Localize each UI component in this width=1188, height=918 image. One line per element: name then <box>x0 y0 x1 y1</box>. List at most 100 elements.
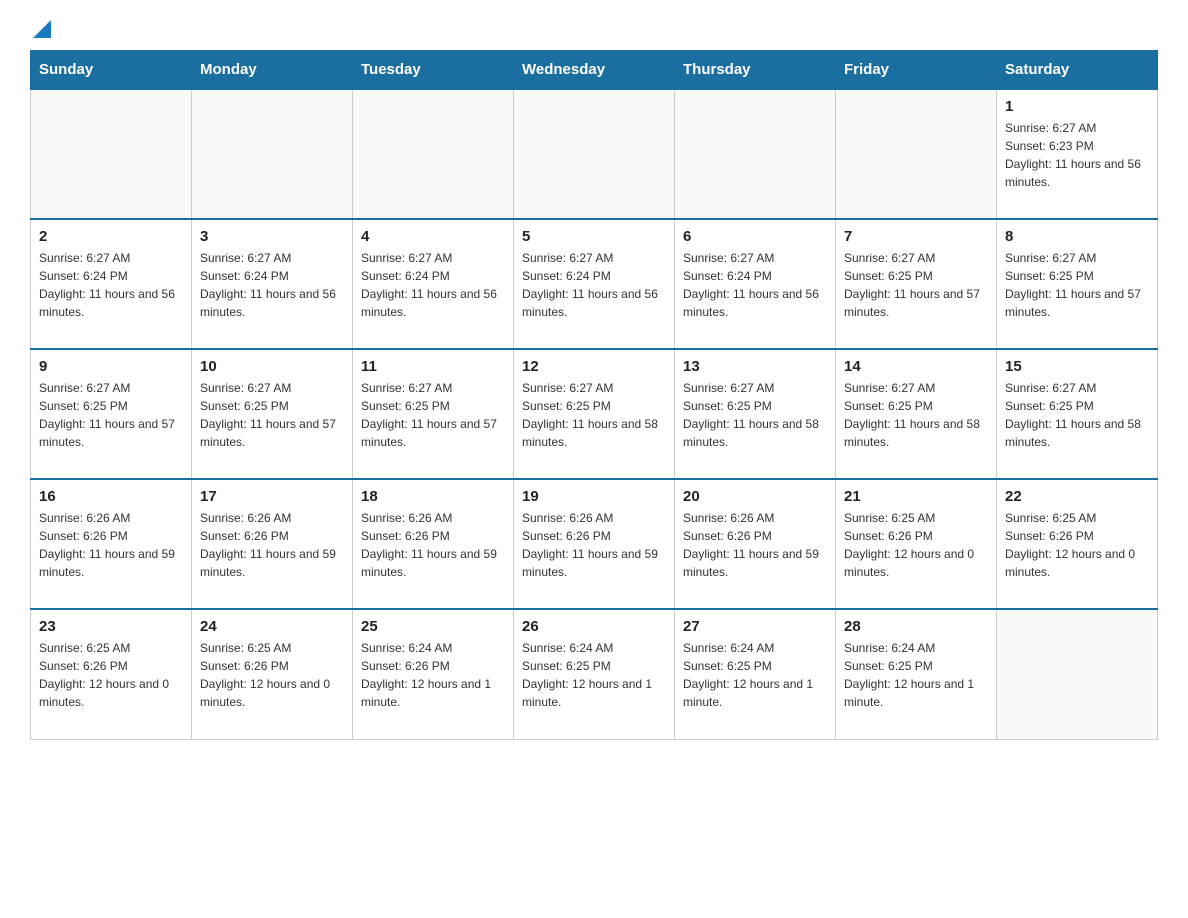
column-header-monday: Monday <box>192 51 353 90</box>
column-header-friday: Friday <box>836 51 997 90</box>
calendar-table: SundayMondayTuesdayWednesdayThursdayFrid… <box>30 50 1158 740</box>
calendar-cell <box>31 89 192 219</box>
day-number: 9 <box>39 358 183 375</box>
calendar-cell: 22Sunrise: 6:25 AMSunset: 6:26 PMDayligh… <box>997 479 1158 609</box>
day-number: 27 <box>683 618 827 635</box>
day-number: 3 <box>200 228 344 245</box>
calendar-week-row: 1 Sunrise: 6:27 AMSunset: 6:23 PMDaylight… <box>31 89 1158 219</box>
day-number: 26 <box>522 618 666 635</box>
calendar-cell: 17Sunrise: 6:26 AMSunset: 6:26 PMDayligh… <box>192 479 353 609</box>
day-number: 23 <box>39 618 183 635</box>
day-number: 13 <box>683 358 827 375</box>
day-info: Sunrise: 6:27 AMSunset: 6:25 PMDaylight:… <box>1005 249 1149 321</box>
day-info: Sunrise: 6:27 AMSunset: 6:25 PMDaylight:… <box>361 379 505 451</box>
day-number: 5 <box>522 228 666 245</box>
day-info: Sunrise: 6:27 AMSunset: 6:24 PMDaylight:… <box>683 249 827 321</box>
day-info: Sunrise: 6:26 AMSunset: 6:26 PMDaylight:… <box>522 509 666 581</box>
calendar-cell <box>353 89 514 219</box>
calendar-cell: 18 Sunrise: 6:26 AMSunset: 6:26 PMDayligh… <box>353 479 514 609</box>
day-info: Sunrise: 6:26 AMSunset: 6:26 PMDaylight:… <box>39 509 183 581</box>
day-number: 10 <box>200 358 344 375</box>
calendar-cell: 27 Sunrise: 6:24 AMSunset: 6:25 PMDayligh… <box>675 609 836 739</box>
day-number: 11 <box>361 358 505 375</box>
day-info: Sunrise: 6:27 AMSunset: 6:23 PMDaylight:… <box>1005 119 1149 191</box>
day-number: 6 <box>683 228 827 245</box>
column-header-sunday: Sunday <box>31 51 192 90</box>
day-number: 28 <box>844 618 988 635</box>
day-info: Sunrise: 6:26 AMSunset: 6:26 PMDaylight:… <box>683 509 827 581</box>
calendar-cell: 2Sunrise: 6:27 AMSunset: 6:24 PMDaylight… <box>31 219 192 349</box>
day-number: 20 <box>683 488 827 505</box>
page-header <box>30 20 1158 40</box>
day-info: Sunrise: 6:27 AMSunset: 6:25 PMDaylight:… <box>1005 379 1149 451</box>
day-number: 22 <box>1005 488 1149 505</box>
day-number: 1 <box>1005 98 1149 115</box>
day-info: Sunrise: 6:24 AMSunset: 6:25 PMDaylight:… <box>844 639 988 711</box>
calendar-cell: 10 Sunrise: 6:27 AMSunset: 6:25 PMDayligh… <box>192 349 353 479</box>
day-info: Sunrise: 6:26 AMSunset: 6:26 PMDaylight:… <box>200 509 344 581</box>
calendar-cell: 16Sunrise: 6:26 AMSunset: 6:26 PMDayligh… <box>31 479 192 609</box>
day-info: Sunrise: 6:27 AMSunset: 6:25 PMDaylight:… <box>522 379 666 451</box>
calendar-cell: 8 Sunrise: 6:27 AMSunset: 6:25 PMDaylight… <box>997 219 1158 349</box>
calendar-week-row: 2Sunrise: 6:27 AMSunset: 6:24 PMDaylight… <box>31 219 1158 349</box>
calendar-cell <box>675 89 836 219</box>
day-info: Sunrise: 6:26 AMSunset: 6:26 PMDaylight:… <box>361 509 505 581</box>
day-number: 18 <box>361 488 505 505</box>
day-info: Sunrise: 6:27 AMSunset: 6:25 PMDaylight:… <box>683 379 827 451</box>
day-number: 14 <box>844 358 988 375</box>
day-info: Sunrise: 6:27 AMSunset: 6:25 PMDaylight:… <box>844 379 988 451</box>
calendar-cell: 26 Sunrise: 6:24 AMSunset: 6:25 PMDayligh… <box>514 609 675 739</box>
calendar-cell: 7 Sunrise: 6:27 AMSunset: 6:25 PMDaylight… <box>836 219 997 349</box>
calendar-cell <box>997 609 1158 739</box>
calendar-cell: 4 Sunrise: 6:27 AMSunset: 6:24 PMDaylight… <box>353 219 514 349</box>
calendar-cell: 15 Sunrise: 6:27 AMSunset: 6:25 PMDayligh… <box>997 349 1158 479</box>
day-number: 4 <box>361 228 505 245</box>
day-info: Sunrise: 6:24 AMSunset: 6:25 PMDaylight:… <box>683 639 827 711</box>
calendar-cell: 20 Sunrise: 6:26 AMSunset: 6:26 PMDayligh… <box>675 479 836 609</box>
day-info: Sunrise: 6:27 AMSunset: 6:25 PMDaylight:… <box>200 379 344 451</box>
day-info: Sunrise: 6:27 AMSunset: 6:25 PMDaylight:… <box>844 249 988 321</box>
calendar-cell <box>192 89 353 219</box>
day-info: Sunrise: 6:27 AMSunset: 6:24 PMDaylight:… <box>361 249 505 321</box>
calendar-week-row: 9 Sunrise: 6:27 AMSunset: 6:25 PMDaylight… <box>31 349 1158 479</box>
day-info: Sunrise: 6:27 AMSunset: 6:24 PMDaylight:… <box>522 249 666 321</box>
day-info: Sunrise: 6:27 AMSunset: 6:24 PMDaylight:… <box>39 249 183 321</box>
day-number: 24 <box>200 618 344 635</box>
calendar-cell: 21 Sunrise: 6:25 AMSunset: 6:26 PMDayligh… <box>836 479 997 609</box>
day-info: Sunrise: 6:24 AMSunset: 6:26 PMDaylight:… <box>361 639 505 711</box>
calendar-week-row: 23 Sunrise: 6:25 AMSunset: 6:26 PMDayligh… <box>31 609 1158 739</box>
column-header-saturday: Saturday <box>997 51 1158 90</box>
column-header-thursday: Thursday <box>675 51 836 90</box>
calendar-header-row: SundayMondayTuesdayWednesdayThursdayFrid… <box>31 51 1158 90</box>
day-number: 7 <box>844 228 988 245</box>
calendar-cell: 1 Sunrise: 6:27 AMSunset: 6:23 PMDaylight… <box>997 89 1158 219</box>
day-info: Sunrise: 6:25 AMSunset: 6:26 PMDaylight:… <box>200 639 344 711</box>
day-info: Sunrise: 6:24 AMSunset: 6:25 PMDaylight:… <box>522 639 666 711</box>
calendar-cell: 11 Sunrise: 6:27 AMSunset: 6:25 PMDayligh… <box>353 349 514 479</box>
calendar-cell: 6 Sunrise: 6:27 AMSunset: 6:24 PMDaylight… <box>675 219 836 349</box>
calendar-cell: 23 Sunrise: 6:25 AMSunset: 6:26 PMDayligh… <box>31 609 192 739</box>
calendar-cell <box>514 89 675 219</box>
calendar-cell: 12 Sunrise: 6:27 AMSunset: 6:25 PMDayligh… <box>514 349 675 479</box>
logo-triangle-icon <box>33 20 51 38</box>
column-header-tuesday: Tuesday <box>353 51 514 90</box>
day-info: Sunrise: 6:27 AMSunset: 6:24 PMDaylight:… <box>200 249 344 321</box>
calendar-cell: 5 Sunrise: 6:27 AMSunset: 6:24 PMDaylight… <box>514 219 675 349</box>
day-number: 21 <box>844 488 988 505</box>
calendar-cell: 9 Sunrise: 6:27 AMSunset: 6:25 PMDaylight… <box>31 349 192 479</box>
calendar-cell: 14 Sunrise: 6:27 AMSunset: 6:25 PMDayligh… <box>836 349 997 479</box>
calendar-week-row: 16Sunrise: 6:26 AMSunset: 6:26 PMDayligh… <box>31 479 1158 609</box>
column-header-wednesday: Wednesday <box>514 51 675 90</box>
day-number: 15 <box>1005 358 1149 375</box>
calendar-cell: 24 Sunrise: 6:25 AMSunset: 6:26 PMDayligh… <box>192 609 353 739</box>
day-info: Sunrise: 6:27 AMSunset: 6:25 PMDaylight:… <box>39 379 183 451</box>
calendar-cell: 13 Sunrise: 6:27 AMSunset: 6:25 PMDayligh… <box>675 349 836 479</box>
calendar-cell: 3 Sunrise: 6:27 AMSunset: 6:24 PMDaylight… <box>192 219 353 349</box>
day-number: 8 <box>1005 228 1149 245</box>
day-number: 19 <box>522 488 666 505</box>
calendar-cell <box>836 89 997 219</box>
logo <box>30 20 51 40</box>
day-number: 12 <box>522 358 666 375</box>
day-info: Sunrise: 6:25 AMSunset: 6:26 PMDaylight:… <box>39 639 183 711</box>
day-info: Sunrise: 6:25 AMSunset: 6:26 PMDaylight:… <box>844 509 988 581</box>
